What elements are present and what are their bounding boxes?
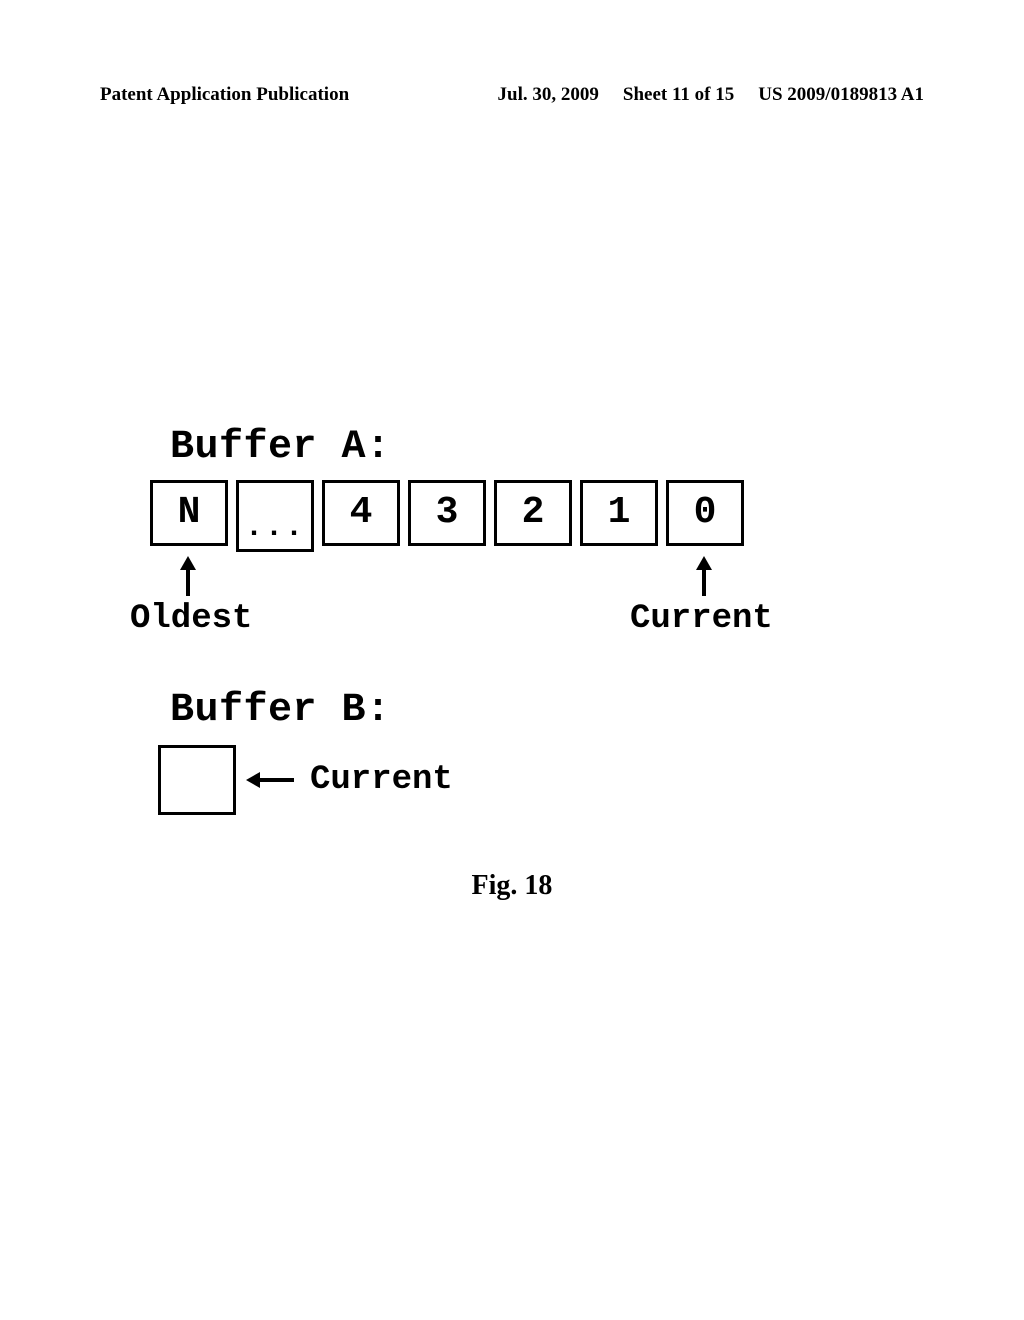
buffer-b-row: Current xyxy=(150,745,870,815)
buffer-a-cell: 3 xyxy=(408,480,486,546)
pointer-label-current: Current xyxy=(630,600,773,638)
arrow-left-icon xyxy=(246,772,296,788)
header-right-group: Jul. 30, 2009 Sheet 11 of 15 US 2009/018… xyxy=(498,84,924,106)
buffer-a-pointers: Oldest Current xyxy=(150,556,870,646)
buffer-a-cell: 1 xyxy=(580,480,658,546)
pointer-label-oldest: Oldest xyxy=(130,600,252,638)
figure-caption: Fig. 18 xyxy=(0,870,1024,902)
header-date: Jul. 30, 2009 xyxy=(498,84,599,106)
page-header: Patent Application Publication Jul. 30, … xyxy=(100,84,924,106)
buffer-a-cell: 2 xyxy=(494,480,572,546)
buffer-a-cell: ... xyxy=(236,480,314,552)
buffer-b-block: Buffer B: Current xyxy=(150,688,870,815)
buffer-a-cell: 4 xyxy=(322,480,400,546)
buffer-a-row: N ... 4 3 2 1 0 xyxy=(150,480,870,552)
header-pubno: US 2009/0189813 A1 xyxy=(758,84,924,106)
page-root: Patent Application Publication Jul. 30, … xyxy=(0,0,1024,1320)
buffer-b-label: Buffer B: xyxy=(170,688,870,733)
header-publication: Patent Application Publication xyxy=(100,84,349,106)
buffer-a-label: Buffer A: xyxy=(170,425,870,470)
buffer-a-cell: 0 xyxy=(666,480,744,546)
header-sheet: Sheet 11 of 15 xyxy=(623,84,734,106)
figure-area: Buffer A: N ... 4 3 2 1 0 Oldest Current… xyxy=(150,425,870,815)
buffer-a-cell: N xyxy=(150,480,228,546)
pointer-label-current-b: Current xyxy=(310,761,453,799)
buffer-b-cell xyxy=(158,745,236,815)
